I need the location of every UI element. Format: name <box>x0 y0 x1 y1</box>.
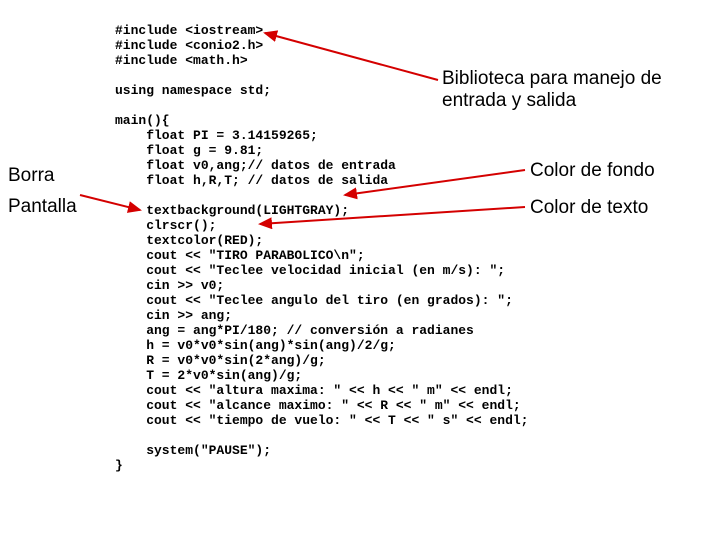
label-biblioteca-line2: entrada y salida <box>442 90 576 111</box>
label-borra: Borra <box>8 165 54 187</box>
label-color-texto: Color de texto <box>530 197 648 219</box>
label-biblioteca: Biblioteca para manejo de entrada y sali… <box>442 68 662 112</box>
label-biblioteca-line1: Biblioteca para manejo de <box>442 68 662 89</box>
label-color-fondo: Color de fondo <box>530 160 655 182</box>
label-pantalla: Pantalla <box>8 196 77 218</box>
